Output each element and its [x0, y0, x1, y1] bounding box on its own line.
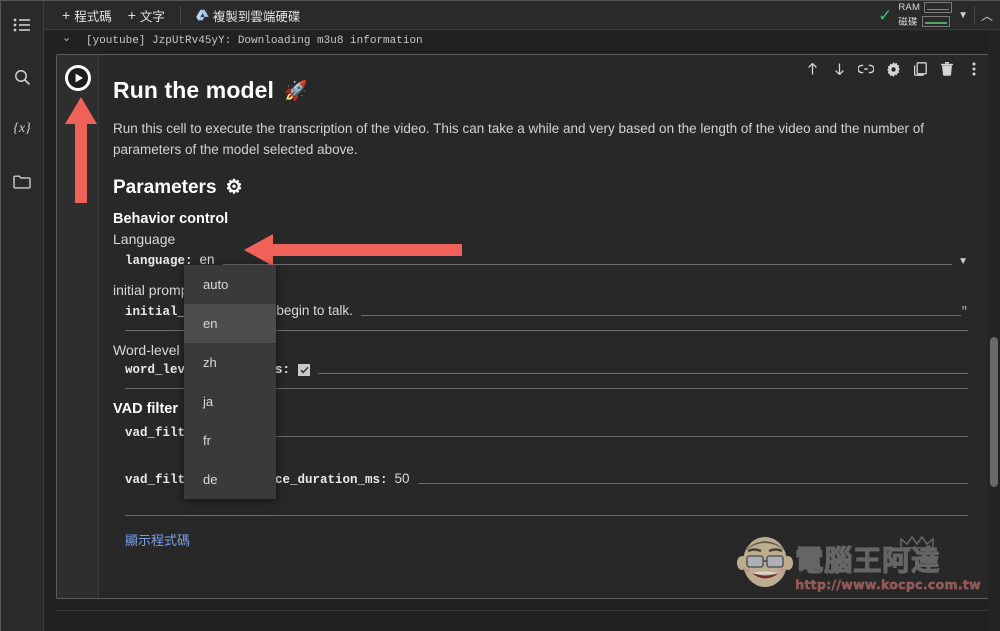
- folder-icon[interactable]: [10, 169, 34, 193]
- dropdown-option-de[interactable]: de: [184, 460, 276, 499]
- run-cell-button[interactable]: [65, 65, 91, 91]
- plus-icon: +: [127, 7, 136, 23]
- add-code-cell-button[interactable]: + 程式碼: [54, 3, 120, 28]
- chevron-down-icon[interactable]: ▼: [958, 10, 968, 21]
- search-icon[interactable]: [10, 65, 34, 89]
- variables-icon[interactable]: {x}: [10, 117, 34, 141]
- toolbar-right-group: ✓ RAM 磁碟 ▼ ︿: [878, 2, 1000, 28]
- vertical-scrollbar-track[interactable]: [988, 30, 999, 631]
- copy-to-drive-button[interactable]: 複製到雲端硬碟: [188, 3, 309, 28]
- chevron-down-icon[interactable]: ⌄: [62, 31, 71, 45]
- add-code-cell-label: 程式碼: [74, 9, 112, 24]
- drive-icon: [196, 9, 209, 21]
- field-underline: [318, 373, 968, 375]
- plus-icon: +: [62, 7, 71, 23]
- param-name-language: language:: [125, 254, 193, 269]
- table-of-contents-icon[interactable]: [10, 13, 34, 37]
- notebook-toolbar: + 程式碼 + 文字 複製到雲端硬碟 ✓ RAM 磁碟 ▼ ︿: [44, 1, 1000, 30]
- page-title-text: Run the model: [113, 77, 275, 103]
- toolbar-divider: [973, 6, 975, 24]
- show-code-link[interactable]: 顯示程式碼: [125, 530, 968, 549]
- language-dropdown-menu[interactable]: auto en zh ja fr de: [184, 265, 276, 499]
- left-sidebar: {x}: [1, 1, 44, 631]
- field-label-language: Language: [113, 231, 176, 248]
- dropdown-option-fr[interactable]: fr: [184, 421, 276, 460]
- group-heading-behavior-control: Behavior control: [113, 211, 229, 228]
- dropdown-option-en[interactable]: en: [184, 304, 276, 343]
- disk-sparkline: [921, 15, 950, 27]
- arrow-left-to-language-field: [244, 233, 462, 272]
- ram-label: RAM: [898, 2, 921, 13]
- dropdown-option-auto[interactable]: auto: [184, 265, 276, 304]
- chevron-down-icon[interactable]: ▼: [958, 256, 968, 267]
- param-value-vad-min-silence: 50: [394, 471, 410, 487]
- field-underline: [360, 315, 961, 317]
- resource-usage-indicator[interactable]: RAM 磁碟: [898, 2, 953, 28]
- add-text-cell-label: 文字: [139, 9, 165, 24]
- rocket-icon: 🚀: [284, 80, 308, 102]
- disk-label: 磁碟: [898, 17, 918, 28]
- closing-quote: ": [960, 305, 968, 320]
- colab-notebook-window: {x} + 程式碼 + 文字 複製到雲端硬碟 ✓ RAM 磁碟 ▼ ︿ ⌄ [y…: [0, 0, 1000, 631]
- vertical-scrollbar-thumb[interactable]: [990, 337, 998, 487]
- word-level-timestamps-checkbox[interactable]: [298, 364, 311, 377]
- page-title: Run the model 🚀: [113, 77, 968, 104]
- field-divider: [125, 515, 968, 517]
- previous-output-text: [youtube] JzpUtRv45yY: Downloading m3u8 …: [86, 35, 423, 47]
- cell-description: Run this cell to execute the transcripti…: [113, 121, 925, 157]
- parameters-heading-text: Parameters: [113, 176, 217, 198]
- connected-check-icon[interactable]: ✓: [878, 7, 892, 24]
- next-cell-preview[interactable]: [56, 604, 991, 631]
- variables-glyph: {x}: [13, 121, 31, 136]
- arrow-up-to-run-button: [64, 97, 98, 208]
- disk-row: 磁碟: [898, 14, 952, 28]
- dropdown-option-ja[interactable]: ja: [184, 382, 276, 421]
- gear-icon: ⚙: [225, 177, 243, 199]
- field-underline: [235, 436, 968, 438]
- ram-row: RAM: [898, 2, 953, 13]
- field-underline: [417, 483, 968, 485]
- parameters-heading: Parameters ⚙: [113, 176, 968, 199]
- chevron-up-icon[interactable]: ︿: [981, 7, 993, 24]
- copy-to-drive-label: 複製到雲端硬碟: [212, 9, 301, 24]
- toolbar-divider: [179, 6, 181, 24]
- ram-sparkline: [924, 2, 953, 13]
- previous-cell-output: ⌄ [youtube] JzpUtRv45yY: Downloading m3u…: [44, 30, 1000, 52]
- add-text-cell-button[interactable]: + 文字: [120, 3, 173, 28]
- dropdown-option-zh[interactable]: zh: [184, 343, 276, 382]
- divider: [56, 610, 991, 611]
